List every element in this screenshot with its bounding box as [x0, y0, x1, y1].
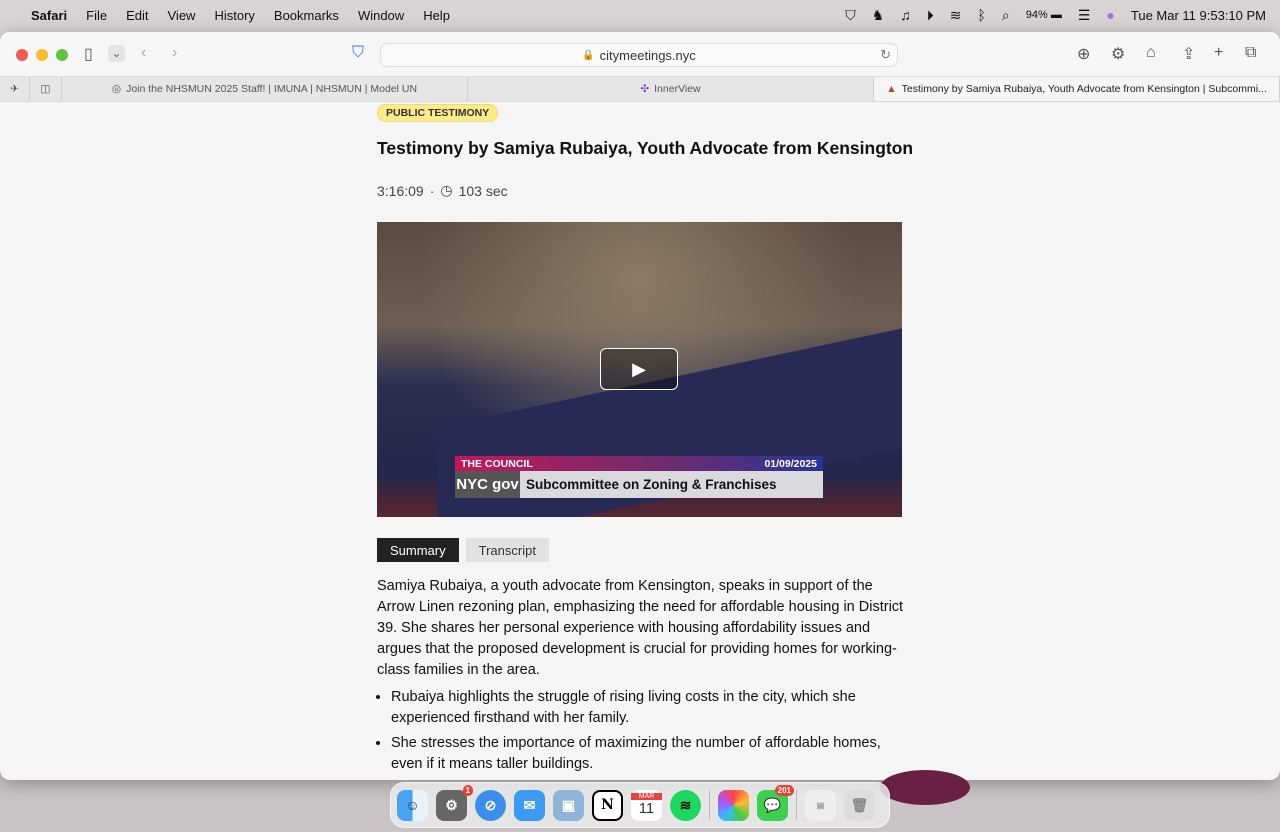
share-icon[interactable]: ⇪: [1182, 44, 1195, 64]
close-button[interactable]: [16, 49, 28, 61]
system-settings-icon[interactable]: ⚙ 1: [436, 784, 473, 821]
address-bar[interactable]: 🔒 citymeetings.nyc ↻: [380, 43, 898, 67]
control-center-icon[interactable]: ☰: [1078, 7, 1091, 24]
dock-divider: [796, 790, 797, 820]
mail-icon[interactable]: ✉: [514, 789, 545, 821]
bluetooth-icon[interactable]: ᛒ: [978, 7, 986, 23]
pinned-tab-1[interactable]: ✈: [0, 77, 30, 101]
shield-icon[interactable]: ⛉: [845, 7, 856, 24]
innerview-icon: ✣: [640, 83, 650, 95]
airpods-icon[interactable]: ♫: [900, 7, 911, 23]
tab-bar: ✈ ◫ ◎ Join the NHSMUN 2025 Staff! | IMUNA…: [0, 77, 1280, 102]
menu-edit[interactable]: Edit: [126, 8, 148, 23]
menu-bookmarks[interactable]: Bookmarks: [274, 8, 339, 23]
menu-view[interactable]: View: [168, 8, 196, 23]
banner-date: 01/09/2025: [764, 457, 817, 470]
photos-icon[interactable]: [718, 789, 749, 821]
video-caption: Subcommittee on Zoning & Franchises: [520, 471, 823, 498]
page-title: Testimony by Samiya Rubaiya, Youth Advoc…: [377, 138, 914, 158]
tab-title: Testimony by Samiya Rubaiya, Youth Advoc…: [901, 83, 1267, 95]
battery-percent: 94%: [1025, 9, 1048, 21]
duration: 103 sec: [458, 182, 508, 199]
gear-icon[interactable]: ⚙: [1111, 44, 1125, 64]
calendar-day: 11: [638, 800, 655, 817]
url-text: citymeetings.nyc: [599, 47, 696, 63]
banner-label: THE COUNCIL: [461, 457, 533, 470]
menu-app-name[interactable]: Safari: [31, 8, 67, 23]
zoom-button[interactable]: [56, 49, 68, 61]
finder-icon[interactable]: ☺: [397, 789, 428, 821]
new-tab-icon[interactable]: +: [1214, 44, 1223, 62]
summary-paragraph: Samiya Rubaiya, a youth advocate from Ke…: [377, 578, 904, 678]
safari-window: ▯ ⌄ ‹ › ⛉ 🔒 citymeetings.nyc ↻ ⊕ ⚙ ⌂ ⇪ + ⧉…: [0, 32, 1280, 780]
calendar-icon[interactable]: MAR 11: [631, 789, 662, 821]
dock-divider: [709, 790, 710, 820]
wifi-icon[interactable]: ≋: [950, 7, 962, 24]
nyc-gov-logo: NYC gov: [455, 471, 520, 498]
tab-title: InnerView: [654, 83, 701, 95]
tab-transcript[interactable]: Transcript: [465, 538, 549, 562]
messages-icon[interactable]: 💬 201: [757, 784, 794, 821]
back-icon[interactable]: ‹: [141, 44, 146, 62]
download-icon[interactable]: ⊕: [1077, 44, 1090, 64]
meta-row: 3:16:09 · ◷ 103 sec: [377, 182, 508, 199]
forward-icon[interactable]: ›: [172, 44, 177, 62]
video-player[interactable]: ▶ THE COUNCIL 01/09/2025 NYC gov Subcommit…: [377, 222, 902, 517]
calendar-month: MAR: [631, 793, 662, 800]
desktop-wallpaper: [880, 770, 970, 805]
spotify-icon[interactable]: ≋: [670, 789, 701, 821]
clock-icon: ◷: [440, 182, 453, 198]
menu-window[interactable]: Window: [358, 8, 404, 23]
list-item: She stresses the importance of maximizin…: [391, 733, 907, 775]
tab-overview-icon[interactable]: ⧉: [1245, 44, 1256, 62]
play-button[interactable]: ▶: [600, 348, 678, 390]
pinned-tab-2[interactable]: ◫: [30, 77, 62, 101]
app-status-icon[interactable]: ♞: [872, 7, 885, 24]
tab-testimony[interactable]: ▲ Testimony by Samiya Rubaiya, Youth Advo…: [874, 77, 1280, 101]
content-tabs: Summary Transcript: [377, 538, 549, 562]
page-viewport: PUBLIC TESTIMONY Testimony by Samiya Rub…: [0, 102, 1280, 780]
citymeetings-icon: ▲: [886, 83, 897, 95]
tab-summary[interactable]: Summary: [377, 538, 459, 562]
pinned-favicon-icon: ✈: [10, 83, 19, 95]
battery-status[interactable]: 94% ▬: [1026, 9, 1062, 21]
notion-icon[interactable]: N: [592, 789, 623, 821]
menu-file[interactable]: File: [86, 8, 107, 23]
lock-icon: 🔒: [582, 49, 595, 61]
video-lower-third: THE COUNCIL 01/09/2025 NYC gov Subcommitte…: [455, 456, 823, 498]
menu-history[interactable]: History: [214, 8, 254, 23]
pinned-favicon-icon: ◫: [40, 83, 51, 95]
siri-icon[interactable]: ●: [1106, 7, 1114, 23]
menu-help[interactable]: Help: [423, 8, 450, 23]
toolbar: ▯ ⌄ ‹ › ⛉ 🔒 citymeetings.nyc ↻ ⊕ ⚙ ⌂ ⇪ + ⧉: [0, 32, 1280, 77]
badge: 1: [462, 784, 473, 796]
category-badge: PUBLIC TESTIMONY: [377, 104, 499, 122]
badge: 201: [774, 784, 794, 796]
timestamp-link[interactable]: 3:16:09: [377, 183, 424, 199]
summary-section: Samiya Rubaiya, a youth advocate from Ke…: [377, 576, 907, 779]
sidebar-icon[interactable]: ▯: [84, 44, 93, 64]
dock: ☺ ⚙ 1 ⊘ ✉ ▣ N MAR 11 ≋ 💬 201 ▤ 🗑: [390, 782, 890, 828]
tab-title: Join the NHSMUN 2025 Staff! | IMUNA | NH…: [126, 83, 418, 95]
separator: ·: [429, 182, 435, 199]
preview-icon[interactable]: ▣: [553, 789, 584, 821]
play-icon: ▶: [632, 358, 646, 379]
list-item: Rubaiya highlights the struggle of risin…: [391, 687, 907, 729]
search-icon[interactable]: ⌕: [1002, 7, 1010, 24]
clock[interactable]: Tue Mar 11 9:53:10 PM: [1131, 8, 1266, 23]
menu-bar: Safari File Edit View History Bookmarks …: [0, 0, 1280, 30]
tab-nhsmun[interactable]: ◎ Join the NHSMUN 2025 Staff! | IMUNA | N…: [62, 77, 468, 101]
trash-icon[interactable]: 🗑: [844, 789, 875, 821]
reload-icon[interactable]: ↻: [880, 47, 891, 63]
chevron-down-icon[interactable]: ⌄: [108, 45, 126, 62]
pdf-document-icon[interactable]: ▤: [805, 789, 836, 821]
play-circle-icon[interactable]: ⏵: [927, 7, 934, 24]
minimize-button[interactable]: [36, 49, 48, 61]
safari-icon[interactable]: ⊘: [475, 789, 506, 821]
summary-bullets: Rubaiya highlights the struggle of risin…: [377, 687, 907, 775]
tab-innerview[interactable]: ✣ InnerView: [468, 77, 874, 101]
globe-icon: ◎: [111, 83, 122, 95]
privacy-shield-icon[interactable]: ⛉: [352, 44, 364, 62]
home-icon[interactable]: ⌂: [1146, 44, 1156, 62]
